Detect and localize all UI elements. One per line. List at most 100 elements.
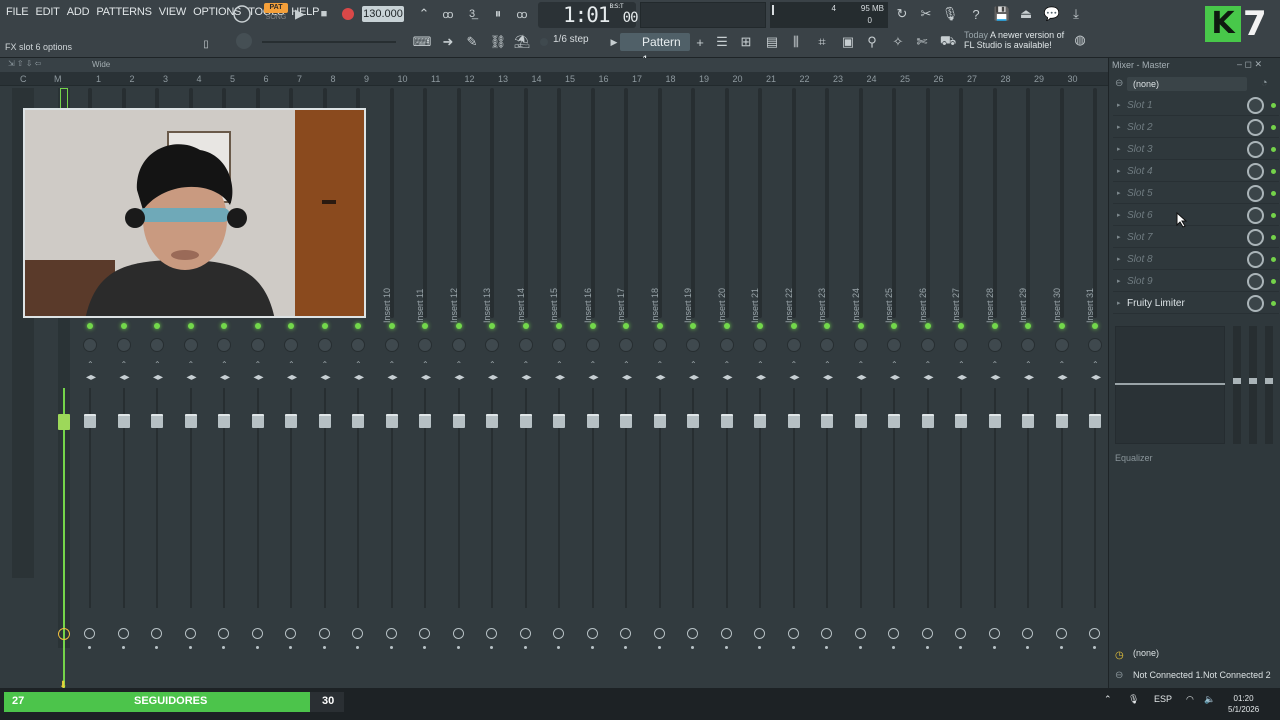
mixer-insert-strip[interactable]: Insert 22 ⌃ ◂▸ — [778, 88, 810, 649]
pan-up-icon[interactable]: ⌃ — [858, 360, 865, 369]
stereo-knob[interactable] — [250, 338, 265, 352]
pan-up-icon[interactable]: ⌃ — [1025, 360, 1032, 369]
slot-enable-led[interactable] — [1271, 147, 1276, 152]
pan-up-icon[interactable]: ⌃ — [355, 360, 362, 369]
pan-diamond-icon[interactable]: ◂▸ — [756, 372, 766, 383]
stop-button[interactable]: ■ — [314, 4, 334, 24]
connection-status[interactable]: Not Connected 1.Not Connected 2 — [1133, 670, 1271, 680]
fx-slot[interactable]: ▸ Slot 4 — [1113, 162, 1279, 182]
slot-enable-led[interactable] — [1271, 257, 1276, 262]
route-button[interactable] — [419, 628, 430, 639]
route-button[interactable] — [1089, 628, 1100, 639]
clipboard-icon[interactable]: ▣ — [838, 32, 858, 52]
stereo-knob[interactable] — [887, 338, 901, 352]
insert-enable-led[interactable] — [1092, 323, 1098, 329]
pan-up-icon[interactable]: ⌃ — [891, 360, 898, 369]
slot-menu-arrow-icon[interactable]: ▸ — [1117, 211, 1121, 219]
pan-diamond-icon[interactable]: ◂▸ — [1058, 372, 1068, 383]
insert-enable-led[interactable] — [690, 323, 696, 329]
pan-diamond-icon[interactable]: ◂▸ — [187, 372, 197, 383]
stereo-knob[interactable] — [920, 338, 935, 352]
insert-enable-led[interactable] — [1058, 323, 1065, 329]
tray-language[interactable]: ESP — [1154, 694, 1172, 704]
stereo-knob[interactable] — [518, 338, 533, 352]
volume-fader[interactable] — [754, 414, 766, 428]
menu-patterns[interactable]: PATTERNS — [96, 6, 152, 22]
route-button[interactable] — [687, 628, 698, 639]
mixer-insert-strip[interactable]: Insert 17 ⌃ ◂▸ — [610, 88, 642, 649]
pan-diamond-icon[interactable]: ◂▸ — [120, 372, 130, 383]
stereo-knob[interactable] — [1088, 338, 1102, 352]
route-button[interactable] — [1022, 628, 1033, 639]
insert-enable-led[interactable] — [556, 323, 562, 329]
route-button[interactable] — [352, 628, 363, 639]
stereo-knob[interactable] — [652, 338, 667, 352]
stereo-knob[interactable] — [183, 338, 198, 352]
input-options-icon[interactable]: ◔ — [1261, 77, 1268, 89]
pan-up-icon[interactable]: ⌃ — [221, 360, 228, 369]
mixer-insert-strip[interactable]: Insert 25 ⌃ ◂▸ — [878, 88, 910, 649]
insert-enable-led[interactable] — [924, 323, 931, 329]
mixer-insert-strip[interactable]: Insert 31 ⌃ ◂▸ — [1079, 88, 1111, 649]
volume-fader[interactable] — [117, 414, 130, 428]
stereo-knob[interactable] — [384, 338, 399, 352]
pan-diamond-icon[interactable]: ◂▸ — [421, 372, 431, 383]
stereo-knob[interactable] — [954, 338, 968, 352]
pan-diamond-icon[interactable]: ◂▸ — [388, 372, 398, 383]
master-volume-knob[interactable] — [236, 33, 252, 49]
pan-up-icon[interactable]: ⌃ — [590, 360, 597, 369]
slot-mix-knob[interactable] — [1247, 251, 1264, 268]
stereo-knob[interactable] — [150, 338, 164, 352]
slot-menu-arrow-icon[interactable]: ▸ — [1117, 145, 1121, 153]
record-button[interactable] — [338, 4, 358, 24]
slot-enable-led[interactable] — [1271, 103, 1276, 108]
volume-fader[interactable] — [720, 414, 733, 428]
insert-enable-led[interactable] — [321, 323, 328, 329]
mixer-insert-strip[interactable]: Insert 11 ⌃ ◂▸ — [409, 88, 441, 649]
pan-up-icon[interactable]: ⌃ — [824, 360, 831, 369]
insert-enable-led[interactable] — [790, 323, 797, 329]
insert-enable-led[interactable] — [958, 323, 964, 329]
pan-up-icon[interactable]: ⌃ — [992, 360, 999, 369]
volume-fader[interactable] — [988, 414, 1001, 428]
snap-selector[interactable]: 1/6 step — [553, 34, 589, 45]
stereo-knob[interactable] — [418, 338, 432, 352]
globe-icon[interactable]: ◍ — [1070, 30, 1090, 50]
route-button[interactable] — [218, 628, 229, 639]
route-button[interactable] — [486, 628, 497, 639]
insert-enable-led[interactable] — [623, 323, 629, 329]
slot-enable-led[interactable] — [1271, 125, 1276, 130]
wifi-icon[interactable]: ◠ — [1186, 694, 1194, 705]
slot-menu-arrow-icon[interactable]: ▸ — [1117, 233, 1121, 241]
insert-enable-led[interactable] — [221, 323, 227, 329]
stereo-knob[interactable] — [619, 338, 633, 352]
channel-rack-icon[interactable]: ⊞ — [736, 32, 756, 52]
pan-up-icon[interactable]: ⌃ — [255, 360, 262, 369]
mixer-arrows-icon[interactable]: ⇲ ⇧ ⇩ ⇦ — [8, 59, 41, 68]
route-button[interactable] — [452, 628, 464, 639]
route-button[interactable] — [921, 628, 933, 639]
tempo-display[interactable]: 130.000 — [362, 6, 404, 22]
insert-enable-led[interactable] — [1025, 323, 1031, 329]
volume-fader[interactable] — [888, 414, 900, 428]
stamp-icon[interactable]: ⛱ — [512, 32, 532, 52]
pan-diamond-icon[interactable]: ◂▸ — [991, 372, 1001, 383]
insert-enable-led[interactable] — [723, 323, 730, 329]
fx-slot[interactable]: ▸ Slot 2 — [1113, 118, 1279, 138]
volume-fader[interactable] — [620, 414, 632, 428]
eq-band-low[interactable] — [1233, 326, 1241, 444]
blend-notes-icon[interactable]: ⏸ — [488, 4, 508, 24]
slot-menu-arrow-icon[interactable]: ▸ — [1117, 255, 1121, 263]
pan-diamond-icon[interactable]: ◂▸ — [1091, 372, 1101, 383]
pan-up-icon[interactable]: ⌃ — [188, 360, 195, 369]
pat-song-toggle[interactable]: PAT SONG — [264, 3, 288, 25]
pattern-selector[interactable]: Pattern 1 — [620, 33, 690, 67]
slot-mix-knob[interactable] — [1247, 119, 1264, 136]
pan-diamond-icon[interactable]: ◂▸ — [1024, 372, 1034, 383]
volume-fader[interactable] — [419, 414, 431, 428]
pan-diamond-icon[interactable]: ◂▸ — [857, 372, 867, 383]
pan-up-icon[interactable]: ⌃ — [556, 360, 563, 369]
stereo-knob[interactable] — [217, 338, 231, 352]
fx-slot[interactable]: ▸ Slot 1 — [1113, 96, 1279, 116]
playlist-icon[interactable]: ☰ — [712, 32, 732, 52]
